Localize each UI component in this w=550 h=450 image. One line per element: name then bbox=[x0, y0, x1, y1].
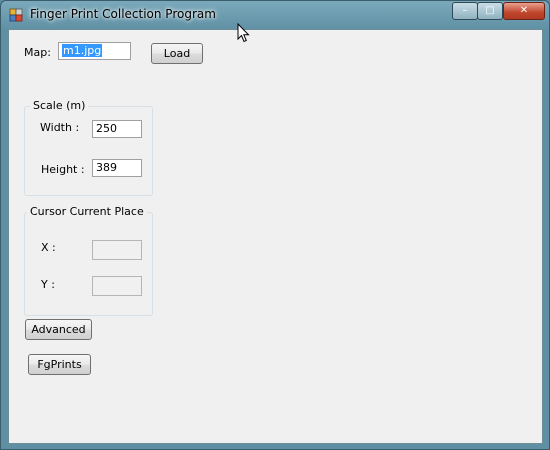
close-button[interactable]: ✕ bbox=[503, 2, 545, 20]
mouse-pointer-icon bbox=[237, 22, 251, 46]
scale-group: Scale (m) Width : 250 Height : 389 bbox=[24, 99, 153, 196]
app-icon[interactable] bbox=[9, 8, 23, 22]
height-input[interactable]: 389 bbox=[92, 159, 142, 177]
width-input[interactable]: 250 bbox=[92, 120, 142, 138]
cursor-place-group-title: Cursor Current Place bbox=[27, 205, 147, 218]
title-bar[interactable]: Finger Print Collection Program – □ ✕ bbox=[1, 1, 549, 29]
x-coordinate-field bbox=[92, 240, 142, 260]
maximize-icon: □ bbox=[485, 5, 495, 16]
advanced-button[interactable]: Advanced bbox=[25, 319, 92, 340]
y-label: Y : bbox=[41, 278, 55, 291]
maximize-button[interactable]: □ bbox=[477, 2, 503, 20]
y-coordinate-field bbox=[92, 276, 142, 296]
width-label: Width : bbox=[40, 121, 80, 134]
map-file-value: m1.jpg bbox=[62, 44, 103, 57]
map-file-input[interactable]: m1.jpg bbox=[58, 42, 131, 60]
cursor-place-group: Cursor Current Place X : Y : bbox=[24, 205, 153, 316]
client-area: Map: m1.jpg Load Scale (m) Width : 250 H… bbox=[8, 29, 543, 444]
scale-group-title: Scale (m) bbox=[30, 99, 89, 112]
close-icon: ✕ bbox=[519, 5, 529, 16]
height-label: Height : bbox=[41, 163, 85, 176]
app-window: Finger Print Collection Program – □ ✕ Ma… bbox=[0, 0, 550, 450]
map-label: Map: bbox=[24, 46, 51, 59]
window-title: Finger Print Collection Program bbox=[30, 7, 216, 21]
fgprints-button[interactable]: FgPrints bbox=[28, 354, 91, 375]
load-button[interactable]: Load bbox=[151, 43, 203, 64]
minimize-button[interactable]: – bbox=[452, 2, 478, 20]
minimize-icon: – bbox=[462, 5, 468, 16]
x-label: X : bbox=[41, 241, 56, 254]
